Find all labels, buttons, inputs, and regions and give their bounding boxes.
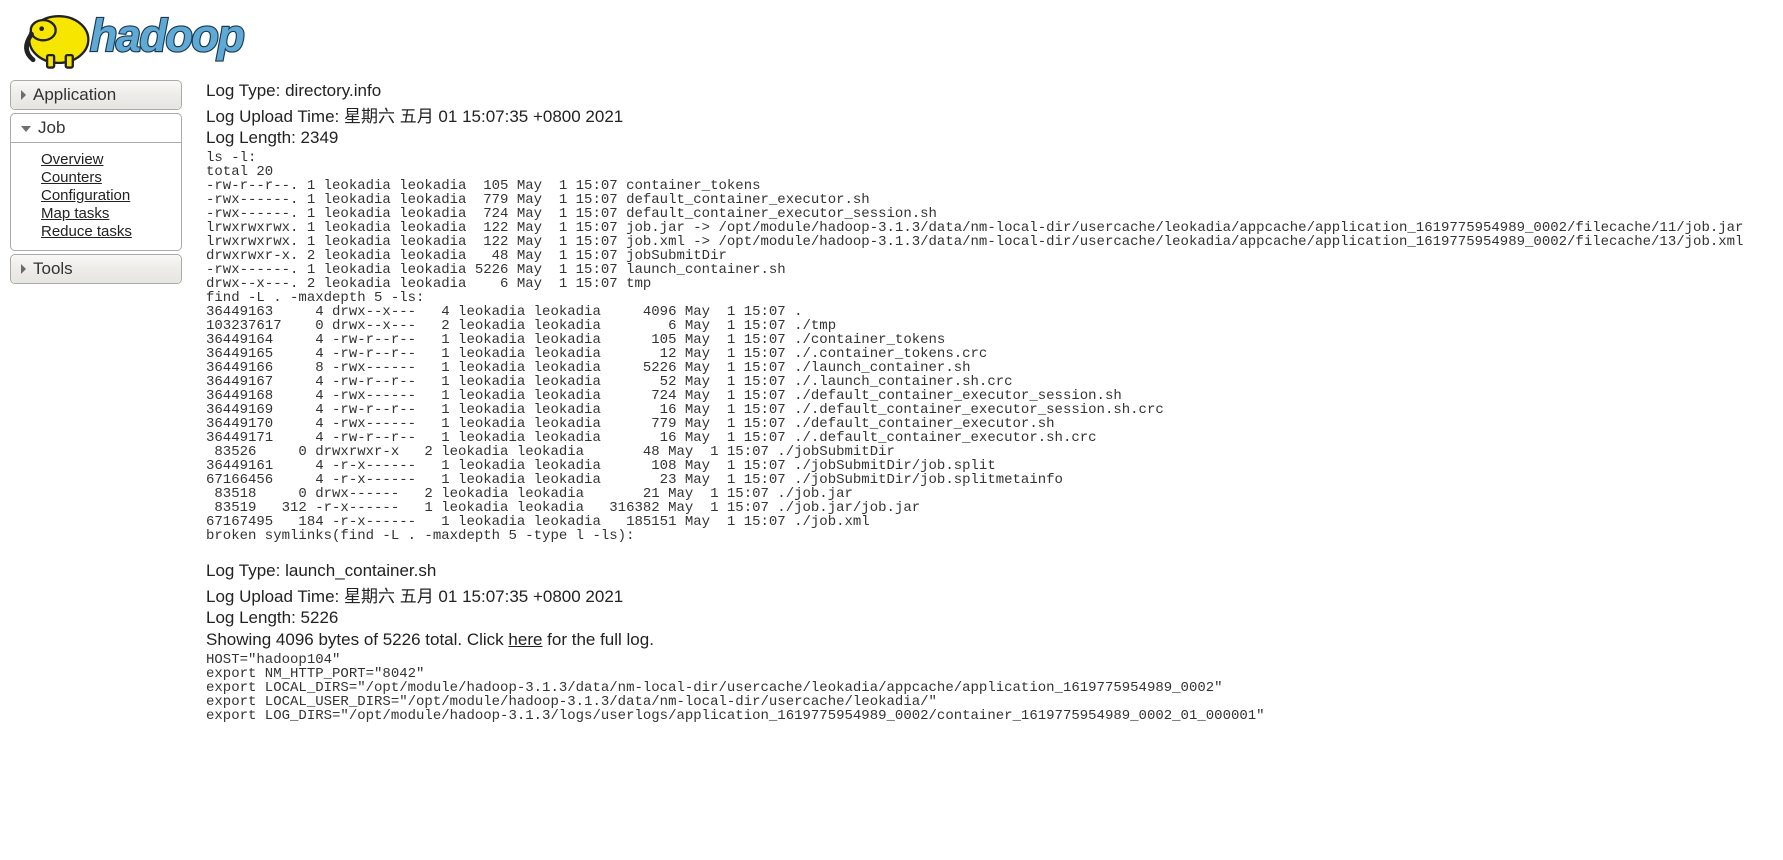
log-length-value: 5226 bbox=[301, 608, 339, 627]
chevron-right-icon bbox=[21, 90, 26, 100]
log-type-value: directory.info bbox=[285, 81, 381, 100]
log-partial-suffix: for the full log. bbox=[542, 630, 654, 649]
hadoop-logo: hadoop bbox=[16, 3, 343, 73]
log-upload-label: Log Upload Time: bbox=[206, 587, 339, 606]
svg-text:hadoop: hadoop bbox=[90, 10, 244, 61]
sidebar: Application Job Overview Counters Config… bbox=[10, 80, 182, 287]
log-length-value: 2349 bbox=[301, 128, 339, 147]
sidebar-panel-job: Job Overview Counters Configuration Map … bbox=[10, 113, 182, 251]
sidebar-item-tools[interactable]: Tools bbox=[11, 255, 181, 283]
sidebar-item-label: Job bbox=[38, 118, 65, 138]
log-upload-row: Log Upload Time: 星期六 五月 01 15:07:35 +080… bbox=[206, 582, 1773, 607]
chevron-down-icon bbox=[21, 126, 31, 132]
log-block-launch-container: Log Type: launch_container.sh Log Upload… bbox=[206, 561, 1773, 723]
log-length-row: Log Length: 5226 bbox=[206, 608, 1773, 628]
chevron-right-icon bbox=[21, 264, 26, 274]
log-type-label: Log Type: bbox=[206, 81, 280, 100]
log-upload-label: Log Upload Time: bbox=[206, 107, 339, 126]
log-type-value: launch_container.sh bbox=[285, 561, 436, 580]
log-type-label: Log Type: bbox=[206, 561, 280, 580]
header: hadoop bbox=[10, 0, 1773, 80]
log-type-row: Log Type: launch_container.sh bbox=[206, 561, 1773, 581]
sidebar-subitem-overview[interactable]: Overview bbox=[41, 151, 171, 168]
sidebar-item-label: Tools bbox=[33, 259, 73, 279]
sidebar-subitem-reduce-tasks[interactable]: Reduce tasks bbox=[41, 223, 171, 240]
log-body: ls -l: total 20 -rw-r--r--. 1 leokadia l… bbox=[206, 151, 1773, 543]
log-upload-row: Log Upload Time: 星期六 五月 01 15:07:35 +080… bbox=[206, 102, 1773, 127]
log-partial-note: Showing 4096 bytes of 5226 total. Click … bbox=[206, 630, 1773, 650]
sidebar-item-label: Application bbox=[33, 85, 116, 105]
sidebar-panel-application: Application bbox=[10, 80, 182, 110]
sidebar-submenu-job: Overview Counters Configuration Map task… bbox=[11, 143, 181, 250]
log-length-row: Log Length: 2349 bbox=[206, 128, 1773, 148]
sidebar-subitem-map-tasks[interactable]: Map tasks bbox=[41, 205, 171, 222]
sidebar-subitem-configuration[interactable]: Configuration bbox=[41, 187, 171, 204]
log-upload-value: 星期六 五月 01 15:07:35 +0800 2021 bbox=[344, 587, 623, 606]
log-type-row: Log Type: directory.info bbox=[206, 81, 1773, 101]
sidebar-panel-tools: Tools bbox=[10, 254, 182, 284]
log-length-label: Log Length: bbox=[206, 128, 296, 147]
sidebar-subitem-counters[interactable]: Counters bbox=[41, 169, 171, 186]
log-block-directory-info: Log Type: directory.info Log Upload Time… bbox=[206, 81, 1773, 543]
full-log-link[interactable]: here bbox=[508, 630, 542, 649]
sidebar-item-application[interactable]: Application bbox=[11, 81, 181, 109]
log-upload-value: 星期六 五月 01 15:07:35 +0800 2021 bbox=[344, 107, 623, 126]
sidebar-item-job[interactable]: Job bbox=[11, 114, 181, 143]
log-content: Log Type: directory.info Log Upload Time… bbox=[206, 80, 1773, 741]
log-length-label: Log Length: bbox=[206, 608, 296, 627]
log-partial-prefix: Showing 4096 bytes of 5226 total. Click bbox=[206, 630, 508, 649]
log-body: HOST="hadoop104" export NM_HTTP_PORT="80… bbox=[206, 653, 1773, 723]
